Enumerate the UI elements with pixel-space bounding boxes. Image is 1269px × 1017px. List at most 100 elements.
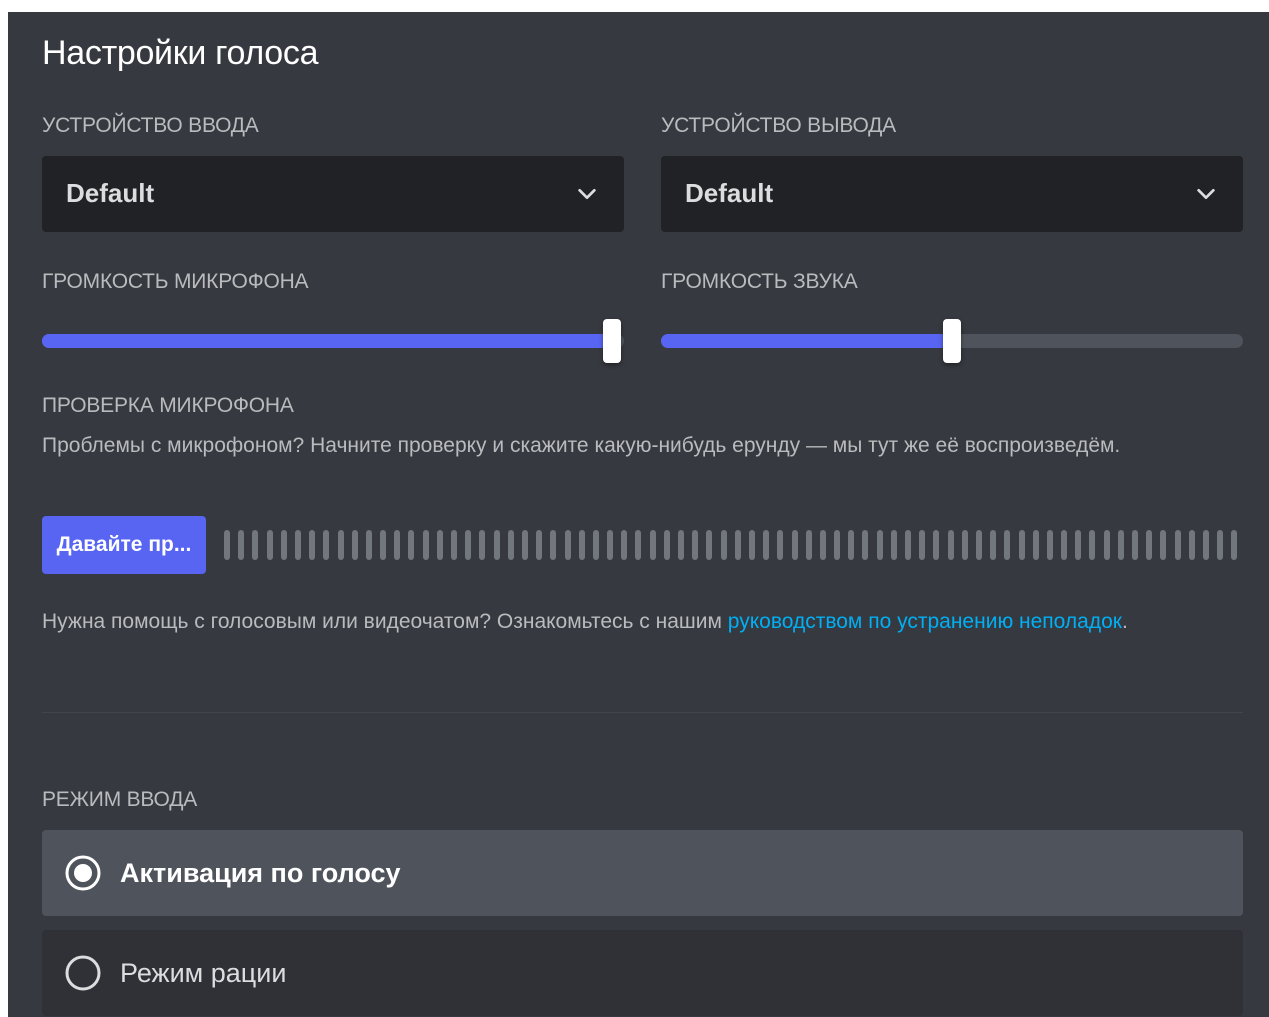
meter-bar	[365, 530, 372, 560]
input-device-label: УСТРОЙСТВО ВВОДА	[42, 114, 259, 137]
meter-bar	[1103, 530, 1110, 560]
output-device-value: Default	[685, 178, 774, 208]
radio-option-voice-activity[interactable]: Активация по голосу	[42, 830, 1243, 916]
meter-bar	[990, 530, 997, 560]
meter-bar	[607, 530, 614, 560]
meter-bar	[720, 530, 727, 560]
output-device-label: УСТРОЙСТВО ВЫВОДА	[661, 114, 896, 137]
meter-bar	[649, 530, 656, 560]
meter-bar	[763, 530, 770, 560]
mic-volume-slider[interactable]	[42, 319, 624, 363]
meter-bar	[1061, 530, 1068, 560]
meter-bar	[805, 530, 812, 560]
meter-bar	[521, 530, 528, 560]
meter-bar	[1217, 530, 1224, 560]
radio-selected-icon	[65, 855, 101, 891]
meter-bar	[621, 530, 628, 560]
output-volume-slider[interactable]	[661, 319, 1243, 363]
meter-bar	[919, 530, 926, 560]
meter-bar	[1132, 530, 1138, 560]
meter-bar	[1231, 530, 1238, 560]
voice-settings-panel: Настройки голоса УСТРОЙСТВО ВВОДА Defaul…	[8, 12, 1269, 1017]
help-text-before: Нужна помощь с голосовым или видеочатом?…	[42, 610, 728, 633]
input-mode-label: РЕЖИМ ВВОДА	[42, 788, 198, 811]
radio-label-push-to-talk: Режим рации	[120, 958, 287, 988]
meter-bar	[493, 530, 500, 560]
meter-bar	[635, 530, 642, 560]
meter-bar	[408, 530, 415, 560]
meter-bar	[1004, 530, 1011, 560]
slider-fill	[42, 334, 613, 348]
output-volume-label: ГРОМКОСТЬ ЗВУКА	[661, 270, 858, 293]
meter-bar	[748, 530, 755, 560]
meter-bar	[1046, 530, 1053, 560]
meter-bar	[422, 530, 429, 560]
meter-bar	[536, 530, 543, 560]
meter-bar	[351, 530, 358, 560]
meter-bar	[479, 530, 486, 560]
meter-bar	[734, 530, 741, 560]
meter-bar	[309, 530, 316, 560]
meter-bar	[380, 530, 387, 560]
mic-volume-label: ГРОМКОСТЬ МИКРОФОНА	[42, 270, 309, 293]
meter-bar	[266, 530, 273, 560]
meter-bar	[876, 530, 883, 560]
meter-bar	[947, 530, 954, 560]
meter-bar	[1075, 530, 1082, 560]
meter-bar	[819, 530, 826, 560]
section-divider	[42, 712, 1243, 713]
meter-bar	[706, 530, 713, 560]
meter-bar	[337, 530, 344, 560]
meter-bar	[678, 530, 684, 560]
output-device-select[interactable]: Default	[661, 156, 1243, 232]
meter-bar	[1032, 530, 1039, 560]
meter-bar	[451, 530, 457, 560]
meter-bar	[777, 530, 784, 560]
input-device-select[interactable]: Default	[42, 156, 624, 232]
meter-bar	[862, 530, 869, 560]
meter-bar	[1146, 530, 1153, 560]
meter-bar	[550, 530, 557, 560]
meter-bar	[1202, 530, 1209, 560]
meter-bar	[224, 530, 230, 560]
meter-bar	[1089, 530, 1096, 560]
slider-thumb[interactable]	[603, 319, 622, 363]
meter-bar	[1188, 530, 1195, 560]
meter-bar	[692, 530, 699, 560]
meter-bar	[961, 530, 968, 560]
meter-bar	[252, 530, 259, 560]
radio-label-voice-activity: Активация по голосу	[120, 858, 401, 888]
meter-bar	[578, 530, 585, 560]
mic-test-label: ПРОВЕРКА МИКРОФОНА	[42, 394, 294, 417]
meter-bar	[436, 530, 443, 560]
meter-bar	[663, 530, 670, 560]
slider-fill	[661, 334, 952, 348]
chevron-down-icon	[1197, 188, 1215, 200]
meter-bar	[791, 530, 798, 560]
meter-bar	[890, 530, 897, 560]
meter-bar	[1160, 530, 1167, 560]
meter-bar	[294, 530, 301, 560]
mic-test-button[interactable]: Давайте пр...	[42, 516, 206, 574]
meter-bar	[834, 530, 841, 560]
help-text-after: .	[1121, 610, 1128, 633]
slider-thumb[interactable]	[943, 319, 961, 363]
meter-bar	[1117, 530, 1124, 560]
troubleshooting-link[interactable]: руководством по устранению неполадок	[728, 610, 1122, 633]
meter-bar	[465, 530, 472, 560]
meter-bar	[592, 530, 599, 560]
mic-level-meter	[224, 530, 1238, 560]
meter-bar	[238, 530, 245, 560]
radio-unselected-icon	[65, 955, 101, 991]
input-device-value: Default	[66, 178, 155, 208]
meter-bar	[507, 530, 514, 560]
chevron-down-icon	[578, 188, 596, 200]
meter-bar	[280, 530, 287, 560]
radio-option-push-to-talk[interactable]: Режим рации	[42, 930, 1243, 1016]
meter-bar	[1174, 530, 1181, 560]
meter-bar	[564, 530, 571, 560]
meter-bar	[394, 530, 401, 560]
meter-bar	[933, 530, 940, 560]
meter-bar	[323, 530, 330, 560]
meter-bar	[905, 530, 911, 560]
